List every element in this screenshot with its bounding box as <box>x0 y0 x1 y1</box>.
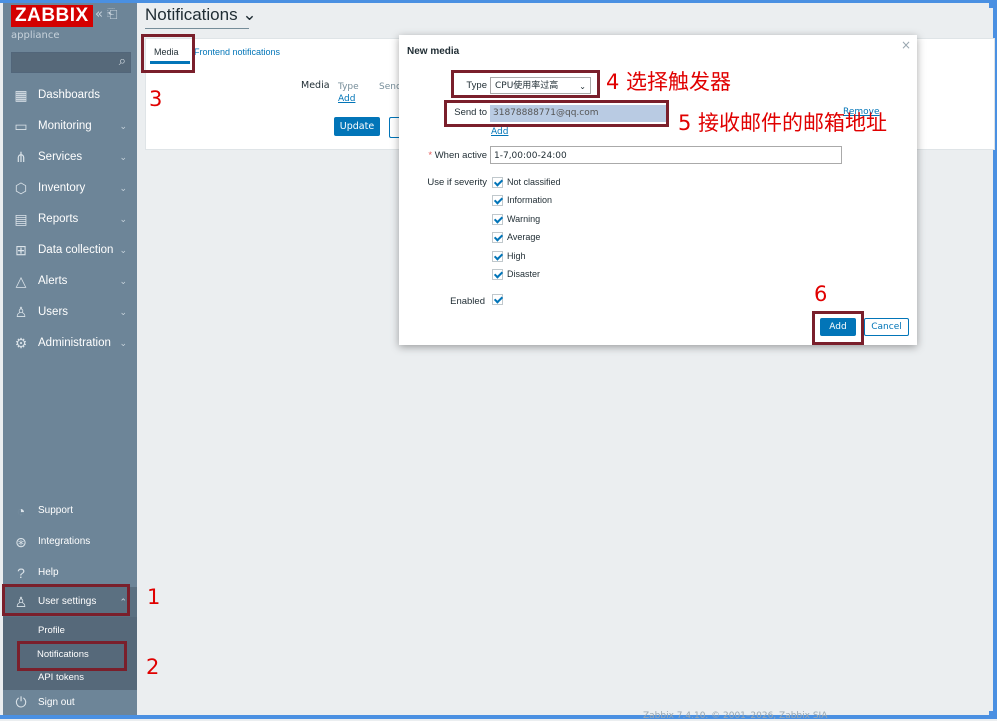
sidebar-item-inventory[interactable]: ⬡ Inventory ⌄ <box>3 173 137 203</box>
annotation-box-6 <box>812 311 864 345</box>
reports-icon: ▤ <box>14 211 28 227</box>
media-label: Media <box>301 80 330 91</box>
sidebar-item-data-collection[interactable]: ⊞ Data collection ⌄ <box>3 235 137 265</box>
severity-checkbox-warning[interactable] <box>492 214 503 225</box>
gear-icon: ⚙ <box>14 335 28 351</box>
annotation-number-2: 2 <box>146 655 160 679</box>
severity-label: Use if severity <box>427 177 487 188</box>
severity-label-information: Information <box>507 195 553 205</box>
sidebar-item-reports[interactable]: ▤ Reports ⌄ <box>3 204 137 234</box>
chevron-down-icon: ⌄ <box>119 121 127 131</box>
annotation-step-4: 4 选择触发器 <box>606 70 732 94</box>
frame-corner-bottom <box>989 711 997 719</box>
media-col-send: Senc <box>379 82 401 92</box>
severity-checkbox-not-classified[interactable] <box>492 177 503 188</box>
media-col-type: Type <box>338 82 359 92</box>
sidebar-item-label: Alerts <box>38 275 68 287</box>
page-title-underline <box>145 28 249 29</box>
frame-corner-top <box>989 0 997 8</box>
sidebar-item-integrations[interactable]: ⊛ Integrations <box>3 527 137 557</box>
sidebar-item-label: Monitoring <box>38 120 92 132</box>
sidebar-item-alerts[interactable]: △ Alerts ⌄ <box>3 266 137 296</box>
sidebar-item-label: Reports <box>38 213 79 225</box>
when-active-label: * When active <box>428 150 487 161</box>
submenu-profile[interactable]: Profile <box>38 625 65 636</box>
footer-copyright: Zabbix 7.4.10. © 2001–2026, Zabbix SIA <box>643 711 828 721</box>
sidebar-item-dashboards[interactable]: ▦ Dashboards <box>3 80 137 110</box>
chevron-down-icon: ⌄ <box>119 307 127 317</box>
sidebar-item-services[interactable]: ⋔ Services ⌄ <box>3 142 137 172</box>
collapse-icons[interactable]: « ⎗ <box>95 7 118 22</box>
severity-checkbox-information[interactable] <box>492 195 503 206</box>
chevron-down-icon: ⌄ <box>119 152 127 162</box>
sidebar-item-label: Data collection <box>38 244 114 256</box>
annotation-box-1 <box>2 584 130 616</box>
annotation-step-5: 5 接收邮件的邮箱地址 <box>678 111 888 135</box>
zabbix-logo[interactable]: ZABBIX <box>11 5 93 27</box>
services-icon: ⋔ <box>15 149 27 165</box>
chevron-down-icon: ⌄ <box>119 214 127 224</box>
when-active-label-text: When active <box>434 150 487 161</box>
severity-label-warning: Warning <box>507 214 541 224</box>
server-name: appliance <box>11 30 60 41</box>
enabled-checkbox[interactable] <box>492 294 503 305</box>
severity-label-not-classified: Not classified <box>507 177 561 187</box>
search-input[interactable]: ⌕ <box>11 52 131 73</box>
when-active-input[interactable]: 1-7,00:00-24:00 <box>490 146 842 164</box>
annotation-number-3: 3 <box>149 87 163 111</box>
severity-checkbox-disaster[interactable] <box>492 269 503 280</box>
severity-label-disaster: Disaster <box>507 269 541 279</box>
annotation-number-1: 1 <box>147 585 161 609</box>
power-icon: ⏻ <box>15 694 27 710</box>
sidebar-item-users[interactable]: ♙ Users ⌄ <box>3 297 137 327</box>
frame-top-edge <box>0 0 997 3</box>
enabled-label: Enabled <box>450 296 485 307</box>
chevron-down-icon: ⌄ <box>119 338 127 348</box>
frame-bottom-edge <box>0 715 997 719</box>
headset-icon: ◔ <box>16 503 26 519</box>
annotation-box-2 <box>17 641 127 671</box>
sidebar-item-administration[interactable]: ⚙ Administration ⌄ <box>3 328 137 358</box>
add-send-to-link[interactable]: Add <box>491 127 508 137</box>
severity-checkbox-average[interactable] <box>492 232 503 243</box>
data-collection-icon: ⊞ <box>15 242 27 258</box>
cancel-button[interactable]: Cancel <box>864 318 909 336</box>
sidebar-item-label: Inventory <box>38 182 86 194</box>
update-button[interactable]: Update <box>334 117 380 136</box>
chevron-down-icon: ⌄ <box>119 183 127 193</box>
integrations-icon: ⊛ <box>15 534 27 550</box>
sidebar-item-support[interactable]: ◔ Support <box>3 496 137 526</box>
inventory-icon: ⬡ <box>14 180 28 196</box>
media-add-link[interactable]: Add <box>338 94 355 104</box>
users-icon: ♙ <box>14 304 28 320</box>
search-icon[interactable]: ⌕ <box>119 54 126 69</box>
monitoring-icon: ▭ <box>14 118 28 134</box>
severity-checkbox-high[interactable] <box>492 251 503 262</box>
dashboards-icon: ▦ <box>14 87 28 103</box>
annotation-box-4 <box>451 70 600 98</box>
bell-icon: △ <box>15 273 27 289</box>
sidebar-item-label: Users <box>38 306 69 318</box>
severity-label-average: Average <box>507 232 541 242</box>
sidebar-item-label: Sign out <box>38 697 75 708</box>
annotation-number-6: 6 <box>814 282 828 306</box>
annotation-box-3 <box>141 34 195 73</box>
sidebar-item-monitoring[interactable]: ▭ Monitoring ⌄ <box>3 111 137 141</box>
tab-frontend-notifications[interactable]: Frontend notifications <box>194 47 280 57</box>
sidebar-item-label: Support <box>38 505 74 516</box>
page-title[interactable]: Notifications ⌄ <box>145 5 257 25</box>
sidebar-item-label: Services <box>38 151 83 163</box>
sidebar-item-label: Administration <box>38 337 111 349</box>
sidebar-item-label: Integrations <box>38 536 91 547</box>
dialog-title: New media <box>407 46 460 57</box>
sidebar-item-sign-out[interactable]: ⏻ Sign out <box>3 690 137 715</box>
severity-label-high: High <box>507 251 526 261</box>
close-icon[interactable]: × <box>901 38 911 52</box>
chevron-down-icon: ⌄ <box>119 245 127 255</box>
chevron-down-icon: ⌄ <box>119 276 127 286</box>
sidebar-item-label: Dashboards <box>38 89 101 101</box>
submenu-api-tokens[interactable]: API tokens <box>38 672 84 683</box>
annotation-box-5 <box>444 100 669 127</box>
